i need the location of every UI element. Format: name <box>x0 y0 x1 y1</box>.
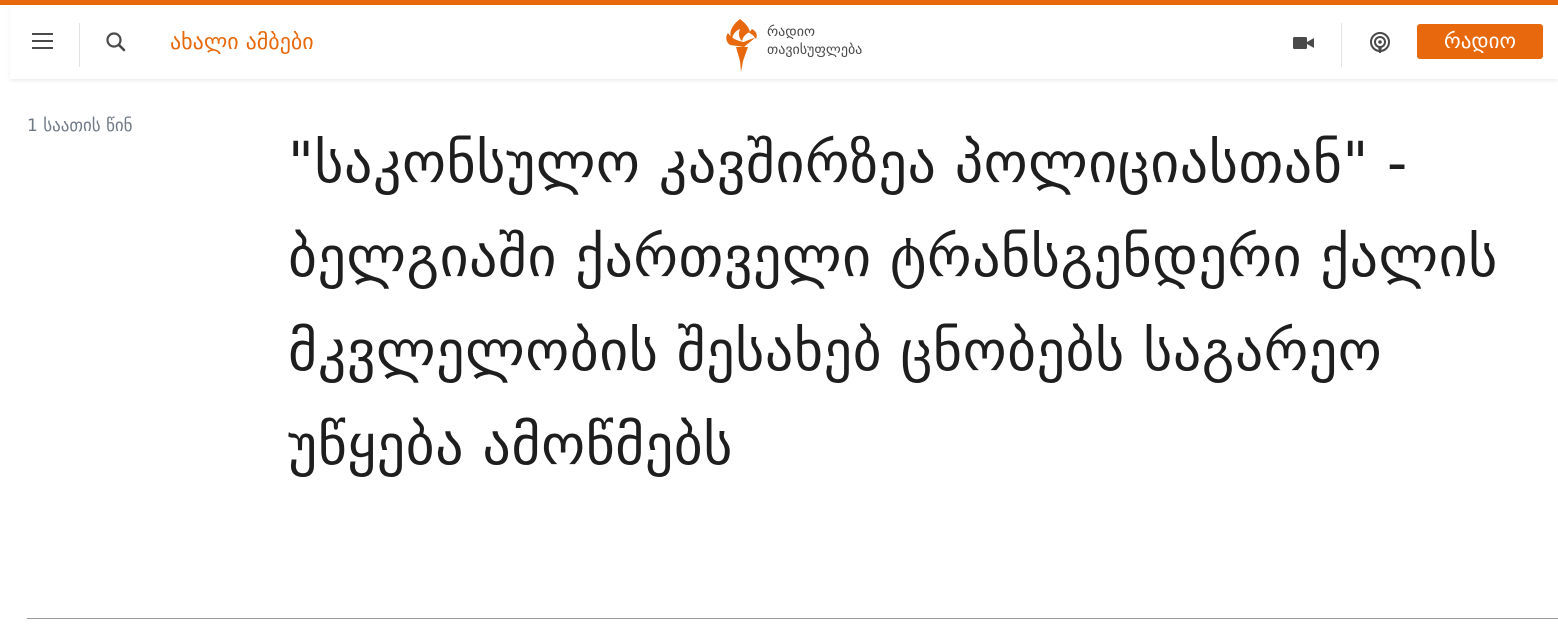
listen-radio-button[interactable]: რადიო <box>1417 24 1543 59</box>
search-icon[interactable] <box>104 30 128 54</box>
article-timestamp: 1 საათის წინ <box>27 116 133 136</box>
content-divider <box>27 618 1558 619</box>
video-camera-icon[interactable] <box>1292 34 1316 52</box>
logo-wordmark: რადიო თავისუფლება <box>767 23 862 59</box>
podcast-icon[interactable] <box>1368 31 1392 55</box>
logo-line-2: თავისუფლება <box>767 42 863 58</box>
torch-flame-logo-icon <box>726 19 757 72</box>
site-header: ახალი ამბები რადიო თავისუფლება რადიო <box>10 5 1558 79</box>
site-logo[interactable]: რადიო თავისუფლება <box>722 17 882 73</box>
header-divider <box>79 23 80 67</box>
hamburger-menu-icon[interactable] <box>32 31 54 51</box>
header-divider <box>1341 23 1342 67</box>
article-headline: "საკონსულო კავშირზეა პოლიციასთან" - ბელგ… <box>288 131 1498 478</box>
logo-line-1: რადიო <box>767 24 815 40</box>
nav-latest-news-link[interactable]: ახალი ამბები <box>170 29 314 57</box>
